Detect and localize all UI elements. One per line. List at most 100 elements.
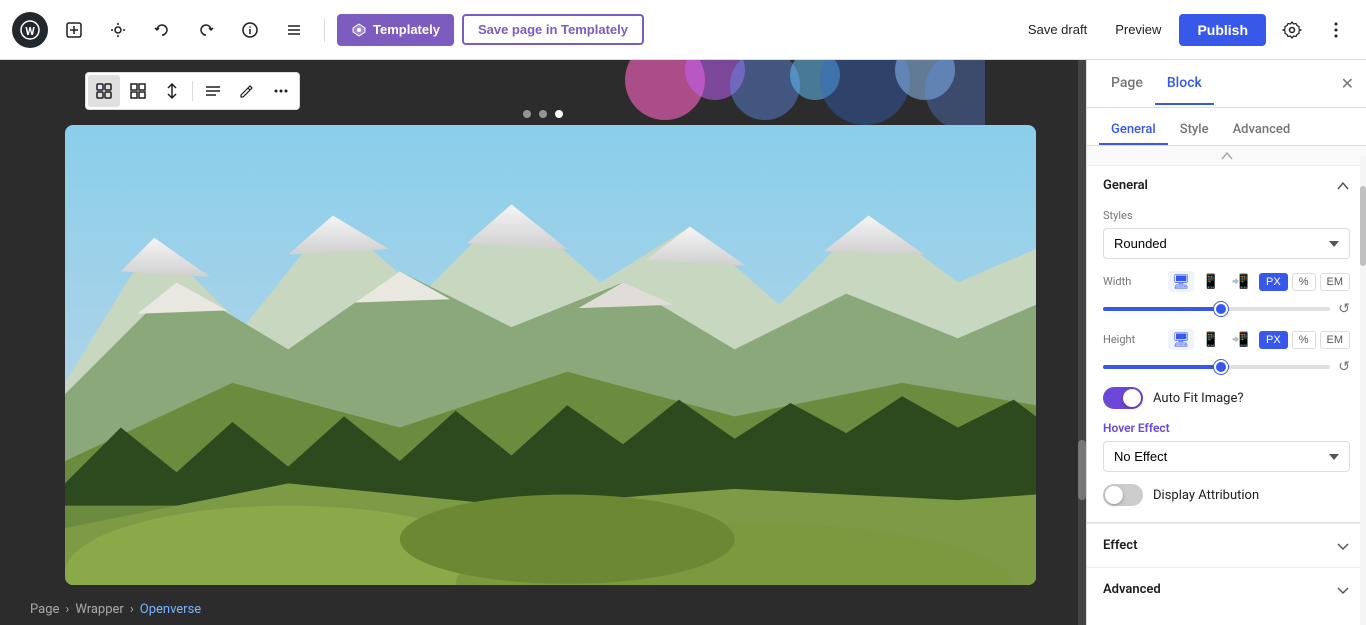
sub-tab-style[interactable]: Style <box>1168 116 1221 145</box>
carousel-dots <box>0 110 1086 118</box>
breadcrumb-sep-1: › <box>65 602 69 617</box>
top-toolbar: W Templately Save page in Templately Sav… <box>0 0 1366 60</box>
auto-fit-toggle[interactable] <box>1103 387 1143 409</box>
general-section-header[interactable]: General <box>1087 166 1366 205</box>
width-desktop-icon[interactable]: 🖥 <box>1168 271 1194 292</box>
width-label-row: Width 🖥 📱 📲 PX % EM <box>1103 271 1350 292</box>
undo-button[interactable] <box>144 12 180 48</box>
styles-field: Styles Rounded Square Circular <box>1103 209 1350 259</box>
general-section: General Styles Rounded Square Circular <box>1087 166 1366 523</box>
chevron-up-icon <box>1336 179 1350 193</box>
panel-tabs: Page Block ✕ <box>1087 60 1366 108</box>
attribution-knob <box>1105 486 1123 504</box>
add-block-button[interactable] <box>56 12 92 48</box>
more-options-button[interactable] <box>1318 12 1354 48</box>
width-slider-thumb[interactable] <box>1214 302 1228 316</box>
height-unit-percent[interactable]: % <box>1292 331 1316 349</box>
hover-effect-select[interactable]: No Effect Zoom In Zoom Out Slide <box>1103 441 1350 472</box>
width-unit-percent[interactable]: % <box>1292 273 1316 291</box>
styles-dropdown-wrapper: Rounded Square Circular <box>1103 228 1350 259</box>
breadcrumb-page: Page <box>30 602 59 617</box>
height-desktop-icon[interactable]: 🖥 <box>1168 329 1194 350</box>
block-toolbar <box>85 72 300 110</box>
block-more-button[interactable] <box>265 75 297 107</box>
image-block[interactable] <box>65 125 1036 585</box>
landscape-svg <box>65 125 1036 585</box>
height-reset-button[interactable]: ↺ <box>1338 358 1350 375</box>
block-select-button[interactable] <box>88 75 120 107</box>
block-edit-button[interactable] <box>231 75 263 107</box>
height-tablet-icon[interactable]: 📱 <box>1198 329 1223 350</box>
effect-section-header[interactable]: Effect <box>1103 538 1350 553</box>
width-field: Width 🖥 📱 📲 PX % EM <box>1103 271 1350 317</box>
width-slider-row: ↺ <box>1103 300 1350 317</box>
width-unit-controls: PX % EM <box>1259 273 1350 291</box>
width-reset-button[interactable]: ↺ <box>1338 300 1350 317</box>
width-unit-px[interactable]: PX <box>1259 273 1288 291</box>
panel-scrollbar[interactable] <box>1360 156 1366 625</box>
height-mobile-icon[interactable]: 📲 <box>1228 329 1253 350</box>
block-align-button[interactable] <box>197 75 229 107</box>
breadcrumb: Page › Wrapper › Openverse <box>30 602 201 617</box>
save-templately-button[interactable]: Save page in Templately <box>462 14 644 45</box>
height-unit-controls: PX % EM <box>1259 331 1350 349</box>
height-slider-thumb[interactable] <box>1214 360 1228 374</box>
height-unit-px[interactable]: PX <box>1259 331 1288 349</box>
styles-select[interactable]: Rounded Square Circular <box>1103 228 1350 259</box>
attribution-toggle[interactable] <box>1103 484 1143 506</box>
toolbar-sep <box>192 81 193 101</box>
height-slider-track[interactable] <box>1103 365 1330 369</box>
width-mobile-icon[interactable]: 📲 <box>1228 271 1253 292</box>
publish-button[interactable]: Publish <box>1179 14 1266 46</box>
breadcrumb-sep-2: › <box>130 602 134 617</box>
canvas-scrollbar[interactable] <box>1078 60 1086 625</box>
breadcrumb-openverse[interactable]: Openverse <box>140 602 201 617</box>
height-slider-fill <box>1103 365 1221 369</box>
main-area: Page › Wrapper › Openverse Page Block ✕ … <box>0 60 1366 625</box>
preview-button[interactable]: Preview <box>1105 16 1171 43</box>
dot-1[interactable] <box>523 110 531 118</box>
effect-section: Effect <box>1087 523 1366 567</box>
height-controls: 🖥 📱 📲 PX % EM <box>1168 329 1350 350</box>
tab-page[interactable]: Page <box>1099 63 1155 105</box>
tools-button[interactable] <box>100 12 136 48</box>
settings-button[interactable] <box>1274 12 1310 48</box>
height-field: Height 🖥 📱 📲 PX % EM <box>1103 329 1350 375</box>
width-device-icons: 🖥 📱 📲 <box>1168 271 1253 292</box>
scroll-up-arrow[interactable] <box>1087 146 1366 166</box>
list-button[interactable] <box>276 12 312 48</box>
height-unit-em[interactable]: EM <box>1320 331 1351 349</box>
hover-effect-field: Hover Effect No Effect Zoom In Zoom Out … <box>1103 421 1350 472</box>
hover-effect-dropdown-wrapper: No Effect Zoom In Zoom Out Slide <box>1103 441 1350 472</box>
panel-close-button[interactable]: ✕ <box>1341 74 1354 94</box>
sub-tab-general[interactable]: General <box>1099 116 1168 145</box>
redo-button[interactable] <box>188 12 224 48</box>
auto-fit-knob <box>1123 389 1141 407</box>
width-slider-track[interactable] <box>1103 307 1330 311</box>
separator-1 <box>324 18 325 42</box>
block-grid-button[interactable] <box>122 75 154 107</box>
effect-chevron-icon <box>1336 539 1350 553</box>
panel-scroll-thumb[interactable] <box>1360 186 1366 266</box>
width-tablet-icon[interactable]: 📱 <box>1198 271 1223 292</box>
canvas-scroll-thumb[interactable] <box>1078 440 1086 500</box>
sub-tab-advanced[interactable]: Advanced <box>1221 116 1303 145</box>
attribution-row: Display Attribution <box>1103 484 1350 506</box>
general-section-body: Styles Rounded Square Circular Widt <box>1087 205 1366 522</box>
width-unit-em[interactable]: EM <box>1320 273 1351 291</box>
info-button[interactable] <box>232 12 268 48</box>
canvas-area: Page › Wrapper › Openverse <box>0 60 1086 625</box>
breadcrumb-wrapper: Wrapper <box>75 602 124 617</box>
save-draft-button[interactable]: Save draft <box>1018 16 1097 43</box>
height-slider-row: ↺ <box>1103 358 1350 375</box>
auto-fit-row: Auto Fit Image? <box>1103 387 1350 409</box>
dot-3[interactable] <box>555 110 563 118</box>
width-slider-fill <box>1103 307 1221 311</box>
tab-block[interactable]: Block <box>1155 63 1214 105</box>
advanced-section[interactable]: Advanced <box>1087 567 1366 611</box>
dot-2[interactable] <box>539 110 547 118</box>
templately-button[interactable]: Templately <box>337 14 454 46</box>
wp-logo[interactable]: W <box>12 12 48 48</box>
block-arrows-button[interactable] <box>156 75 188 107</box>
sub-tabs: General Style Advanced <box>1087 108 1366 146</box>
